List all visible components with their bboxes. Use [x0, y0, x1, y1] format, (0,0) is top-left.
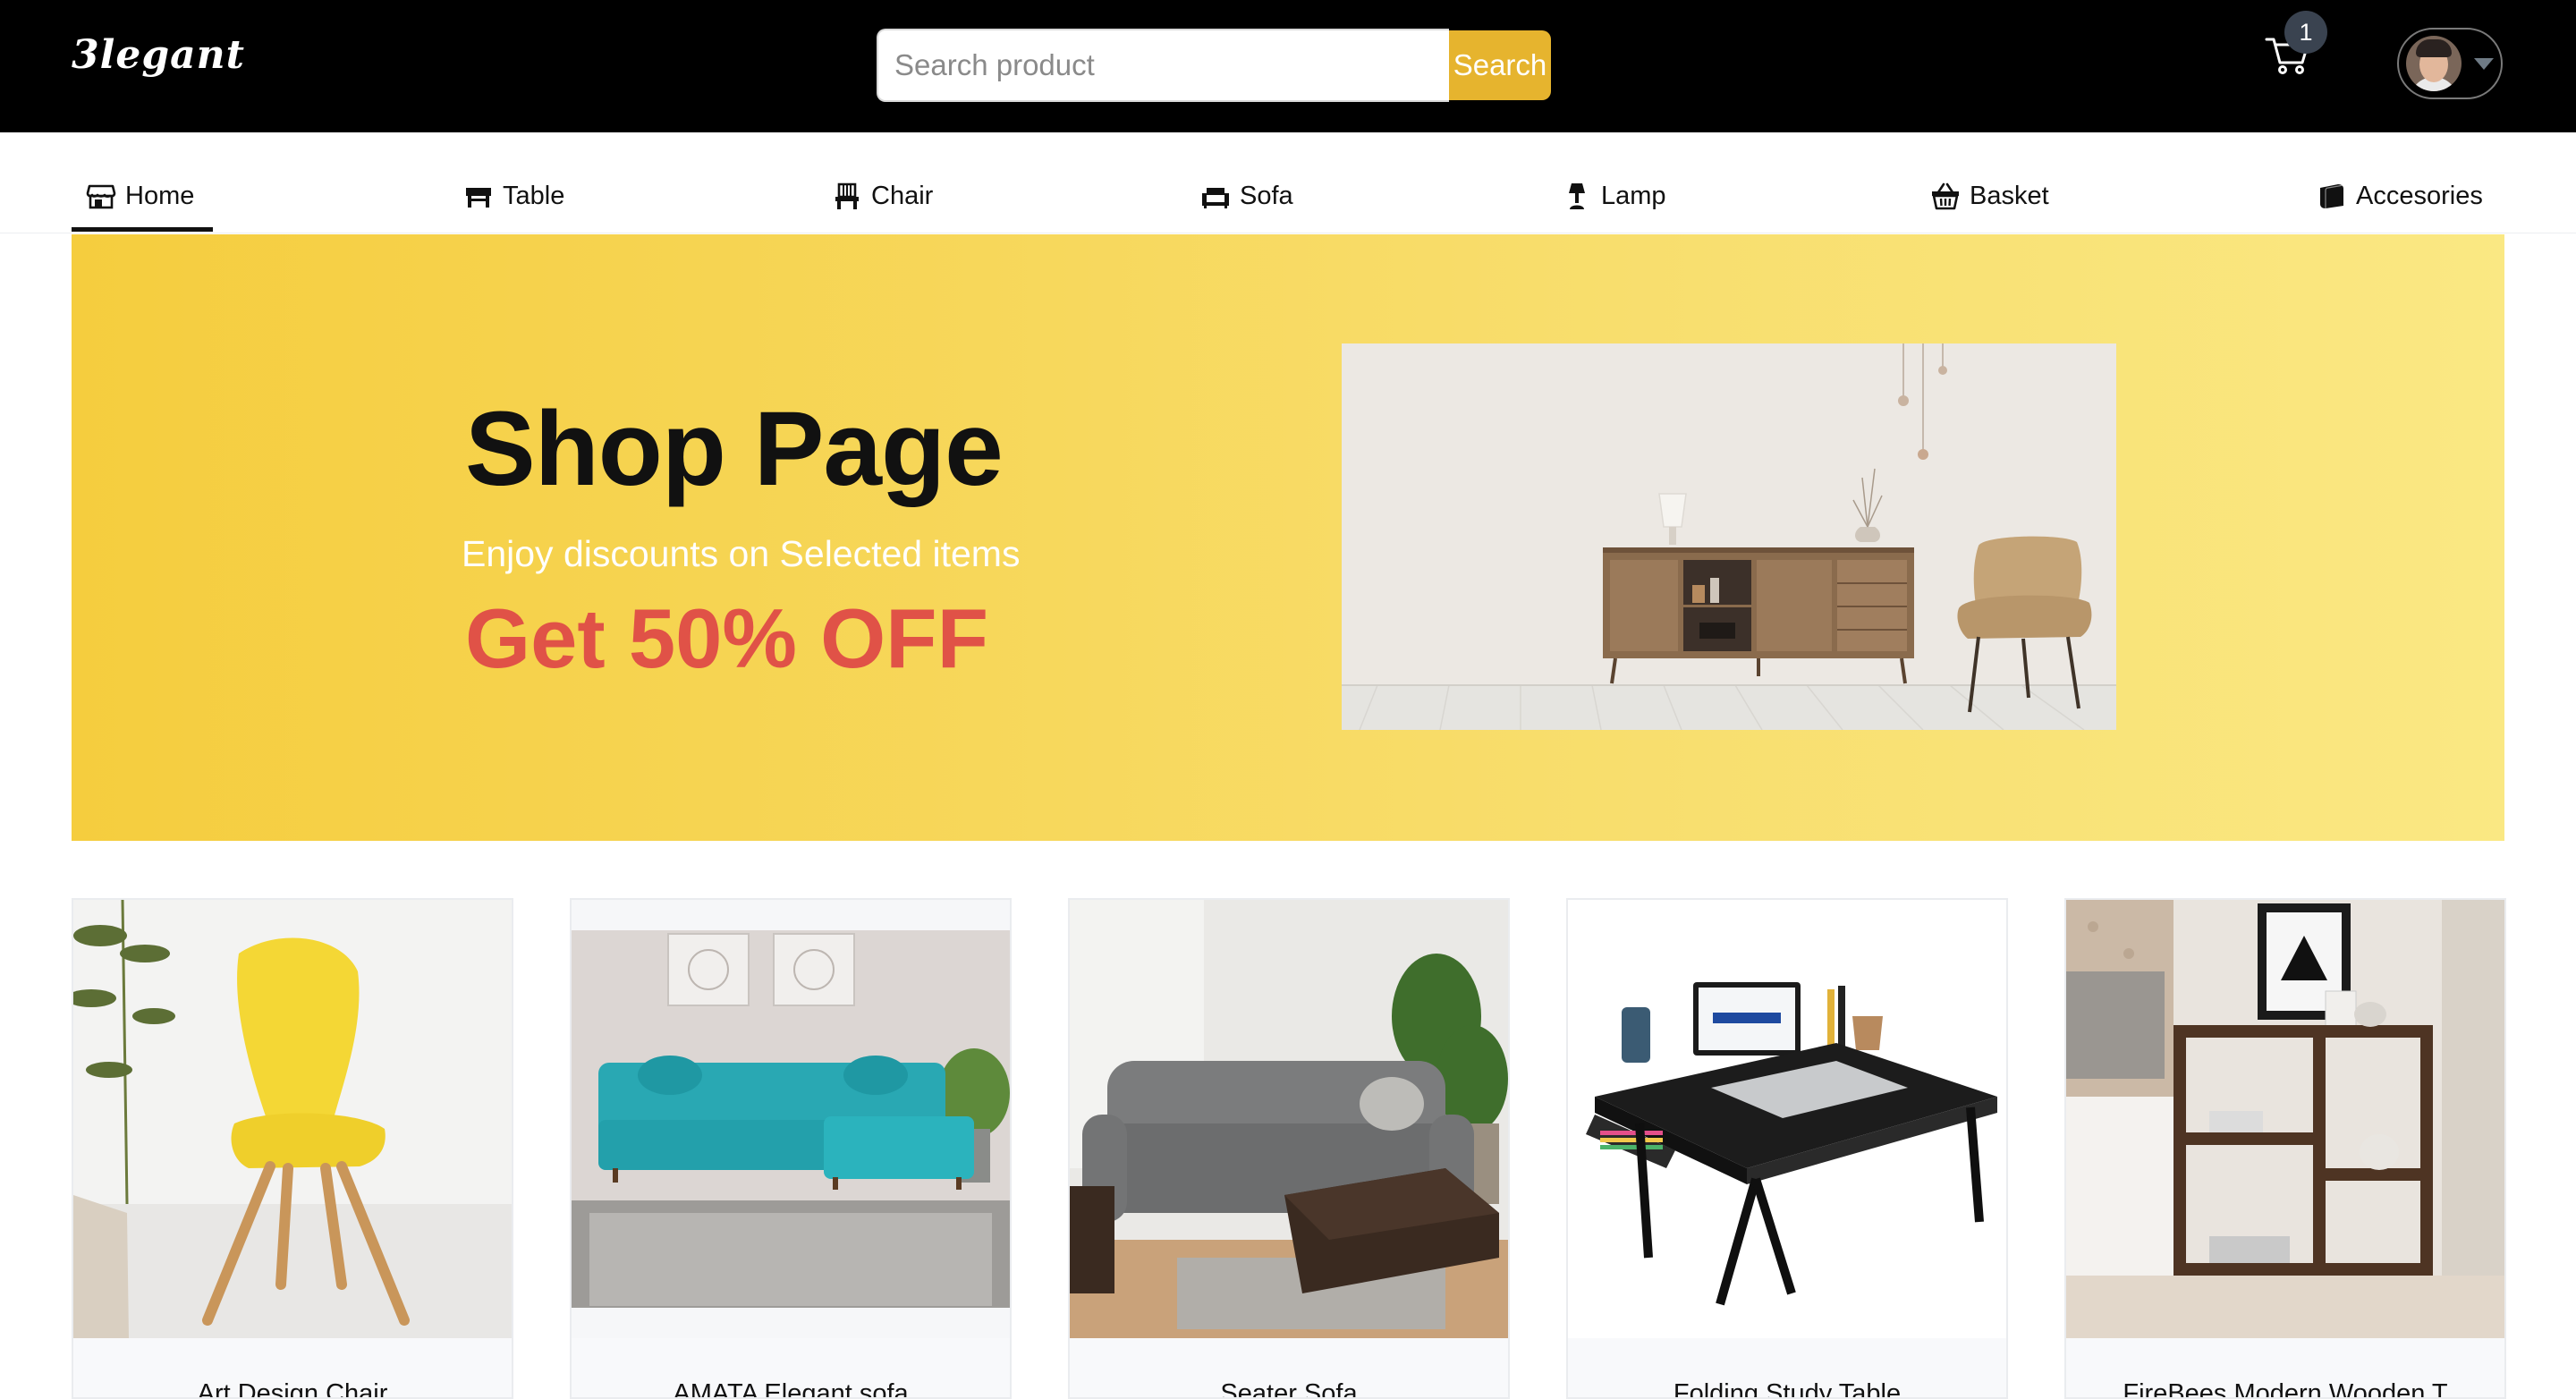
nav-label-chair: Chair [871, 181, 934, 210]
product-image[interactable] [2066, 900, 2504, 1338]
product-image[interactable] [73, 900, 512, 1338]
nav-label-sofa: Sofa [1240, 181, 1293, 210]
banner-room-image [1342, 343, 2116, 730]
table-icon [466, 188, 491, 208]
chevron-down-icon [2474, 58, 2494, 70]
nav-item-basket[interactable]: Basket [1930, 175, 2049, 216]
product-name[interactable]: Folding Study Table [1568, 1379, 2006, 1397]
nav-label-basket: Basket [1970, 181, 2049, 210]
product-image[interactable] [1070, 900, 1508, 1338]
product-name[interactable]: Art Design Chair [73, 1379, 512, 1397]
search-bar: Search [877, 29, 1569, 104]
nav-item-lamp[interactable]: Lamp [1562, 175, 1666, 216]
nav-label-accesories: Accesories [2356, 181, 2483, 210]
product-card[interactable]: FireBees Modern Wooden T [2064, 898, 2506, 1399]
basket-icon [1932, 182, 1959, 210]
banner-subtitle: Enjoy discounts on Selected items [462, 533, 1021, 574]
top-header: 3legant Search 1 [0, 0, 2576, 132]
active-tab-indicator [72, 227, 213, 232]
nav-item-chair[interactable]: Chair [832, 175, 933, 216]
chair-icon [835, 182, 859, 209]
product-image[interactable] [572, 900, 1010, 1338]
product-name[interactable]: FireBees Modern Wooden T [2066, 1379, 2504, 1397]
banner-title: Shop Page [465, 390, 1004, 508]
nav-item-home[interactable]: Home [86, 175, 194, 216]
nav-item-table[interactable]: Table [463, 175, 564, 216]
product-name[interactable]: AMATA Elegant sofa [572, 1379, 1010, 1397]
banner-offer: Get 50% OFF [465, 591, 989, 685]
hero-banner: Shop Page Enjoy discounts on Selected it… [72, 234, 2504, 841]
product-name[interactable]: Seater Sofa [1070, 1379, 1508, 1397]
store-icon [86, 184, 116, 209]
nav-item-sofa[interactable]: Sofa [1200, 175, 1293, 216]
avatar [2406, 36, 2462, 91]
nav-item-accesories[interactable]: Accesories [2317, 175, 2483, 216]
brand-logo[interactable]: 3legant [72, 32, 245, 78]
product-card[interactable]: AMATA Elegant sofa [570, 898, 1012, 1399]
product-card[interactable]: Art Design Chair [72, 898, 513, 1399]
nav-label-table: Table [503, 181, 565, 210]
user-menu-button[interactable] [2397, 28, 2503, 99]
nav-label-lamp: Lamp [1601, 181, 1666, 210]
search-input[interactable] [877, 29, 1449, 102]
product-image[interactable] [1568, 900, 2006, 1338]
category-nav: Home Table Chair Sofa Lamp Basket Acceso… [0, 132, 2576, 233]
cart-count-badge: 1 [2284, 11, 2327, 54]
product-card[interactable]: Folding Study Table [1566, 898, 2008, 1399]
lamp-icon [1569, 183, 1585, 209]
nav-label-home: Home [125, 181, 195, 210]
product-card[interactable]: Seater Sofa [1068, 898, 1510, 1399]
sofa-icon [1202, 188, 1229, 208]
search-button[interactable]: Search [1449, 30, 1551, 100]
book-icon [2320, 184, 2344, 208]
